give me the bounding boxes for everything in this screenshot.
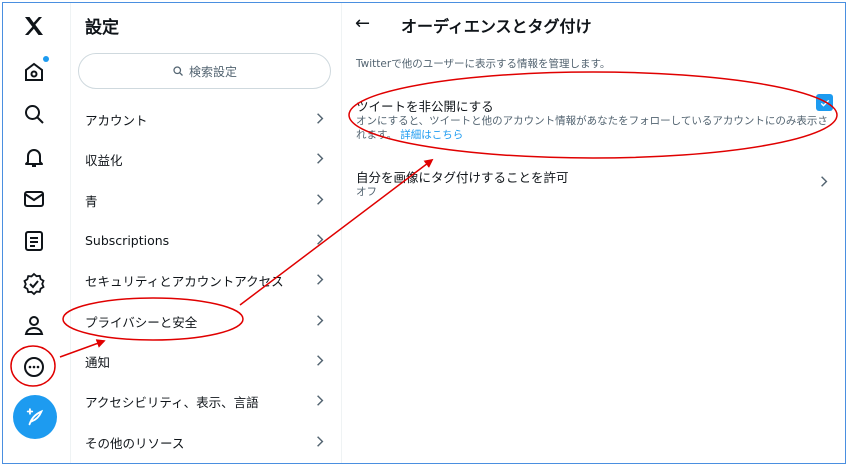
menu-item-label: アクセシビリティ、表示、言語 (85, 394, 259, 410)
bell-icon[interactable] (21, 144, 47, 170)
chevron-right-icon (317, 315, 324, 326)
learn-more-link[interactable]: 詳細はこちら (400, 129, 463, 141)
search-placeholder: 検索設定 (188, 64, 237, 79)
chevron-right-icon (317, 355, 324, 366)
more-icon[interactable] (21, 354, 47, 380)
menu-item-subscriptions[interactable]: Subscriptions (72, 220, 342, 260)
menu-item-resources[interactable]: その他のリソース (72, 422, 342, 462)
chevron-right-icon (317, 436, 324, 447)
search-icon[interactable] (21, 101, 47, 127)
mail-icon[interactable] (21, 186, 47, 212)
page-description: Twitterで他のユーザーに表示する情報を管理します。 (356, 58, 611, 70)
verified-icon[interactable] (21, 271, 47, 297)
list-icon[interactable] (21, 228, 47, 254)
check-icon (820, 99, 829, 107)
profile-icon[interactable] (21, 312, 47, 338)
menu-item-accessibility[interactable]: アクセシビリティ、表示、言語 (72, 381, 342, 421)
settings-column: 設定 検索設定 アカウント 収益化 青 Subscriptions セキュリティ… (72, 3, 342, 463)
menu-item-label: 通知 (85, 354, 111, 370)
menu-item-label: プライバシーと安全 (85, 314, 198, 330)
photo-tagging-label[interactable]: 自分を画像にタグ付けすることを許可 (356, 167, 569, 186)
menu-item-security[interactable]: セキュリティとアカウントアクセス (72, 260, 342, 300)
menu-item-label: セキュリティとアカウントアクセス (85, 273, 284, 289)
detail-panel: ← オーディエンスとタグ付け Twitterで他のユーザーに表示する情報を管理し… (343, 3, 845, 463)
settings-title: 設定 (85, 18, 119, 38)
settings-search-input[interactable]: 検索設定 (78, 53, 331, 89)
protect-tweets-checkbox[interactable] (816, 94, 833, 111)
menu-item-label: 収益化 (85, 152, 123, 168)
chevron-right-icon (317, 153, 324, 164)
menu-item-blue[interactable]: 青 (72, 180, 342, 220)
chevron-right-icon[interactable] (820, 175, 828, 188)
menu-item-label: その他のリソース (85, 435, 185, 451)
protect-tweets-description: オンにすると、ツイートと他のアカウント情報があなたをフォローしているアカウントに… (356, 114, 831, 142)
menu-item-monetization[interactable]: 収益化 (72, 139, 342, 179)
icon-rail (3, 3, 71, 463)
x-logo-icon[interactable] (21, 13, 47, 39)
chevron-right-icon (317, 113, 324, 124)
back-button[interactable]: ← (355, 13, 370, 34)
chevron-right-icon (317, 395, 324, 406)
notification-dot (43, 56, 49, 62)
chevron-right-icon (317, 274, 324, 285)
search-icon (172, 65, 184, 77)
menu-item-privacy[interactable]: プライバシーと安全 (72, 301, 342, 341)
chevron-right-icon (317, 194, 324, 205)
photo-tagging-value: オフ (356, 186, 377, 198)
home-icon[interactable] (21, 56, 49, 85)
menu-item-label: Subscriptions (85, 232, 170, 248)
menu-item-label: 青 (85, 193, 98, 209)
menu-item-notifications[interactable]: 通知 (72, 341, 342, 381)
menu-item-account[interactable]: アカウント (72, 99, 342, 139)
protect-tweets-label: ツイートを非公開にする (356, 99, 494, 114)
chevron-right-icon (317, 234, 324, 245)
page-title: オーディエンスとタグ付け (401, 17, 592, 36)
app-window: 設定 検索設定 アカウント 収益化 青 Subscriptions セキュリティ… (2, 2, 846, 464)
menu-item-label: アカウント (85, 112, 148, 128)
post-button[interactable] (13, 395, 57, 439)
feather-icon (26, 408, 44, 426)
